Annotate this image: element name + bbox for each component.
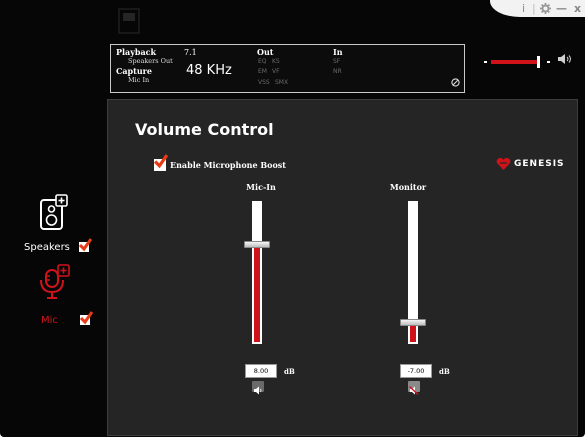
info-button[interactable]: i: [522, 2, 525, 15]
microphone-icon[interactable]: [36, 264, 74, 302]
playback-device: Speakers Out: [128, 57, 173, 65]
mic-in-slider-thumb[interactable]: [244, 241, 270, 248]
divider: |: [532, 2, 536, 15]
playback-channels: 7.1: [184, 48, 197, 57]
in-flag: SF: [333, 58, 341, 65]
out-flag: EQ: [258, 58, 267, 65]
logo-mark-icon: [118, 8, 140, 34]
boost-label[interactable]: Enable Microphone Boost: [170, 160, 286, 170]
volume-control-panel: Volume Control Enable Microphone Boost G…: [107, 99, 578, 436]
monitor-db-unit: dB: [439, 367, 450, 376]
speakers-checkbox[interactable]: [78, 238, 92, 252]
window-controls: i | — x: [490, 0, 585, 17]
close-button[interactable]: x: [574, 2, 581, 15]
in-flag: NR: [333, 68, 342, 75]
boost-checkbox[interactable]: [154, 154, 168, 171]
capture-rate: 48 KHz: [186, 63, 232, 78]
out-flag: SMX: [275, 79, 289, 86]
monitor-slider[interactable]: [400, 201, 426, 344]
speakers-label[interactable]: Speakers: [24, 242, 70, 253]
out-flag: VF: [272, 68, 280, 75]
mic-in-db-input[interactable]: 8.00: [245, 364, 277, 378]
main-frame: i | — x Playback Speakers Out Capture Mi…: [0, 0, 585, 437]
monitor-label: Monitor: [389, 182, 427, 192]
checkmark-icon: [79, 311, 93, 325]
speaker-volume-icon[interactable]: [558, 54, 572, 64]
reset-icon[interactable]: [451, 78, 460, 87]
capture-label: Capture: [116, 66, 152, 76]
mic-in-level: [254, 245, 260, 342]
mic-in-mute-button[interactable]: [252, 381, 264, 395]
speakers-icon[interactable]: [40, 194, 68, 232]
playback-label: Playback: [116, 47, 157, 57]
speaker-icon: [254, 386, 262, 395]
mic-label[interactable]: Mic: [41, 315, 58, 326]
speaker-muted-icon: [409, 385, 419, 396]
monitor-slider-thumb[interactable]: [400, 319, 426, 326]
out-flag: VSS: [258, 79, 270, 86]
checkmark-icon: [154, 154, 168, 169]
genesis-logo-icon: [496, 158, 511, 170]
mic-in-label: Mic-In: [246, 182, 276, 192]
brand-name: GENESIS: [514, 159, 565, 169]
page-title: Volume Control: [135, 120, 274, 139]
out-flag: KS: [272, 58, 280, 65]
in-label: In: [333, 47, 343, 57]
app-window: i | — x Playback Speakers Out Capture Mi…: [0, 0, 585, 440]
checkmark-icon: [78, 238, 92, 252]
capture-device: Mic In: [128, 76, 150, 84]
device-info-panel: Playback Speakers Out Capture Mic In 7.1…: [110, 44, 465, 93]
monitor-mute-button[interactable]: [408, 381, 420, 396]
gear-icon[interactable]: [540, 3, 551, 14]
out-label: Out: [257, 47, 274, 57]
out-flag: EM: [258, 68, 267, 75]
monitor-db-input[interactable]: -7.00: [400, 364, 432, 378]
minimize-button[interactable]: —: [556, 2, 567, 15]
mic-in-slider[interactable]: [244, 201, 270, 344]
mic-in-db-unit: dB: [284, 367, 295, 376]
mic-checkbox[interactable]: [79, 311, 93, 325]
